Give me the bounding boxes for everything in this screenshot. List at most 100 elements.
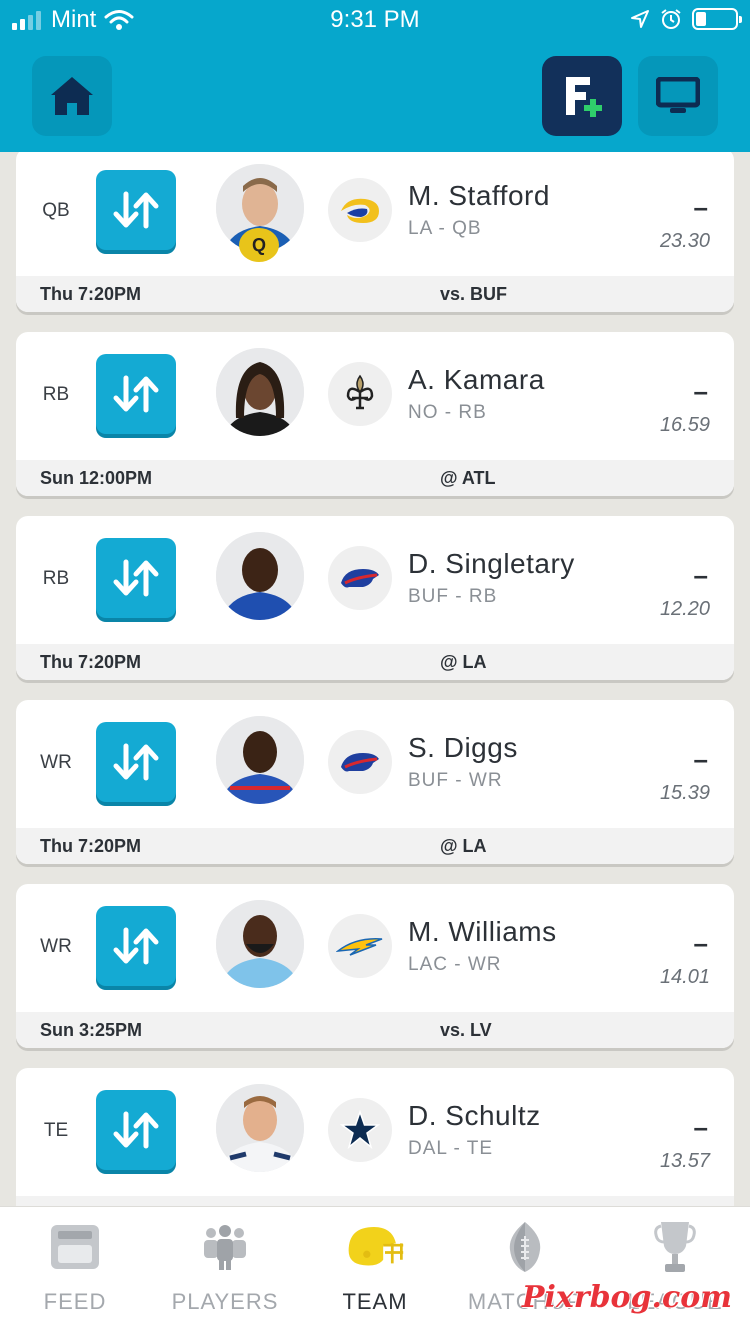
player-score: – <box>693 744 708 774</box>
roster-list: QB Q M. Stafford LA - QB – 23.30 Thu 7:2… <box>0 152 750 1206</box>
swap-button[interactable] <box>96 354 176 434</box>
player-photo <box>216 532 304 620</box>
home-button[interactable] <box>32 56 112 136</box>
swap-arrows-icon <box>113 191 159 229</box>
player-name: S. Diggs <box>408 732 518 763</box>
player-score: – <box>693 560 708 590</box>
game-info <box>16 1196 734 1206</box>
position-label: QB <box>42 200 70 221</box>
rams-logo <box>328 178 392 242</box>
position-label: WR <box>40 752 72 773</box>
home-icon <box>51 77 93 115</box>
injury-status-badge: Q <box>239 228 279 262</box>
game-info: Sun 3:25PM vs. LV <box>16 1012 734 1048</box>
swap-button[interactable] <box>96 170 176 250</box>
player-card[interactable]: WR S. Diggs BUF - WR – 15.39 Thu 7:20PM … <box>16 700 734 864</box>
projected-points: 15.39 <box>659 782 710 804</box>
swap-button[interactable] <box>96 906 176 986</box>
saints-logo <box>328 362 392 426</box>
position-label: RB <box>42 384 70 405</box>
projected-points: 23.30 <box>659 230 710 252</box>
tv-button[interactable] <box>638 56 718 136</box>
bills-logo <box>328 546 392 610</box>
player-score: – <box>693 376 708 406</box>
player-card[interactable]: TE D. Schultz DAL - TE – 13.57 <box>16 1068 734 1206</box>
player-team: LAC - WR <box>408 954 502 975</box>
projected-points: 12.20 <box>659 598 710 620</box>
player-card[interactable]: RB D. Singletary BUF - RB – 12.20 Thu 7:… <box>16 516 734 680</box>
game-time: Thu 7:20PM <box>40 284 142 304</box>
helmet-icon <box>345 1217 405 1277</box>
opponent: @ LA <box>440 652 487 672</box>
game-info: Thu 7:20PM vs. BUF <box>16 276 734 312</box>
player-card[interactable]: QB Q M. Stafford LA - QB – 23.30 Thu 7:2… <box>16 152 734 312</box>
tv-icon <box>656 77 700 113</box>
swap-arrows-icon <box>113 743 159 781</box>
battery-icon <box>692 8 742 30</box>
game-time: Sun 12:00PM <box>40 468 153 488</box>
fantasy-plus-icon <box>566 77 602 117</box>
trophy-icon <box>645 1217 705 1277</box>
position-label: TE <box>43 1120 69 1141</box>
projected-points: 13.57 <box>659 1150 710 1172</box>
player-name: D. Schultz <box>408 1100 541 1131</box>
fantasy-plus-button[interactable] <box>542 56 622 136</box>
player-team: BUF - WR <box>408 770 503 791</box>
tab-feed[interactable]: FEED <box>0 1207 150 1334</box>
player-score: – <box>693 192 708 222</box>
swap-arrows-icon <box>113 1111 159 1149</box>
player-name: M. Stafford <box>408 180 550 211</box>
game-time: Thu 7:20PM <box>40 652 142 672</box>
player-photo <box>216 716 304 804</box>
game-info: Thu 7:20PM @ LA <box>16 828 734 864</box>
player-name: D. Singletary <box>408 548 575 579</box>
game-info: Thu 7:20PM @ LA <box>16 644 734 680</box>
tab-team[interactable]: TEAM <box>300 1207 450 1334</box>
swap-arrows-icon <box>113 375 159 413</box>
player-card[interactable]: RB A. Kamara NO - RB – 16.59 Sun 12:00PM… <box>16 332 734 496</box>
player-photo <box>216 900 304 988</box>
game-time: Sun 3:25PM <box>40 1020 143 1040</box>
status-bar: Mint 9:31 PM <box>0 0 750 40</box>
football-icon <box>495 1217 555 1277</box>
player-score: – <box>693 1112 708 1142</box>
players-icon <box>195 1217 255 1277</box>
player-team: LA - QB <box>408 218 482 239</box>
player-score: – <box>693 928 708 958</box>
opponent: vs. BUF <box>440 284 508 304</box>
player-name: M. Williams <box>408 916 557 947</box>
game-info: Sun 12:00PM @ ATL <box>16 460 734 496</box>
player-team: DAL - TE <box>408 1138 494 1159</box>
game-time: Thu 7:20PM <box>40 836 142 856</box>
tab-label: TEAM <box>342 1289 408 1314</box>
cowboys-logo <box>328 1098 392 1162</box>
bills-logo <box>328 730 392 794</box>
opponent: vs. LV <box>440 1020 492 1040</box>
tab-label: FEED <box>43 1289 107 1314</box>
tab-players[interactable]: PLAYERS <box>150 1207 300 1334</box>
tab-label: PLAYERS <box>171 1289 279 1314</box>
opponent: @ LA <box>440 836 487 856</box>
position-label: WR <box>40 936 72 957</box>
projected-points: 16.59 <box>659 414 710 436</box>
player-photo <box>216 348 304 436</box>
status-right <box>630 8 742 30</box>
chargers-logo <box>328 914 392 978</box>
player-name: A. Kamara <box>408 364 545 395</box>
player-team: NO - RB <box>408 402 487 423</box>
player-team: BUF - RB <box>408 586 498 607</box>
swap-button[interactable] <box>96 538 176 618</box>
opponent: @ ATL <box>440 468 496 488</box>
alarm-icon <box>661 9 681 29</box>
position-label: RB <box>42 568 70 589</box>
player-photo <box>216 1084 304 1172</box>
player-card[interactable]: WR M. Williams LAC - WR – 14.01 Sun 3:25… <box>16 884 734 1048</box>
swap-arrows-icon <box>113 559 159 597</box>
feed-icon <box>45 1217 105 1277</box>
swap-button[interactable] <box>96 722 176 802</box>
app-header <box>0 40 750 152</box>
swap-button[interactable] <box>96 1090 176 1170</box>
swap-arrows-icon <box>113 927 159 965</box>
location-icon <box>631 10 649 28</box>
projected-points: 14.01 <box>659 966 710 988</box>
